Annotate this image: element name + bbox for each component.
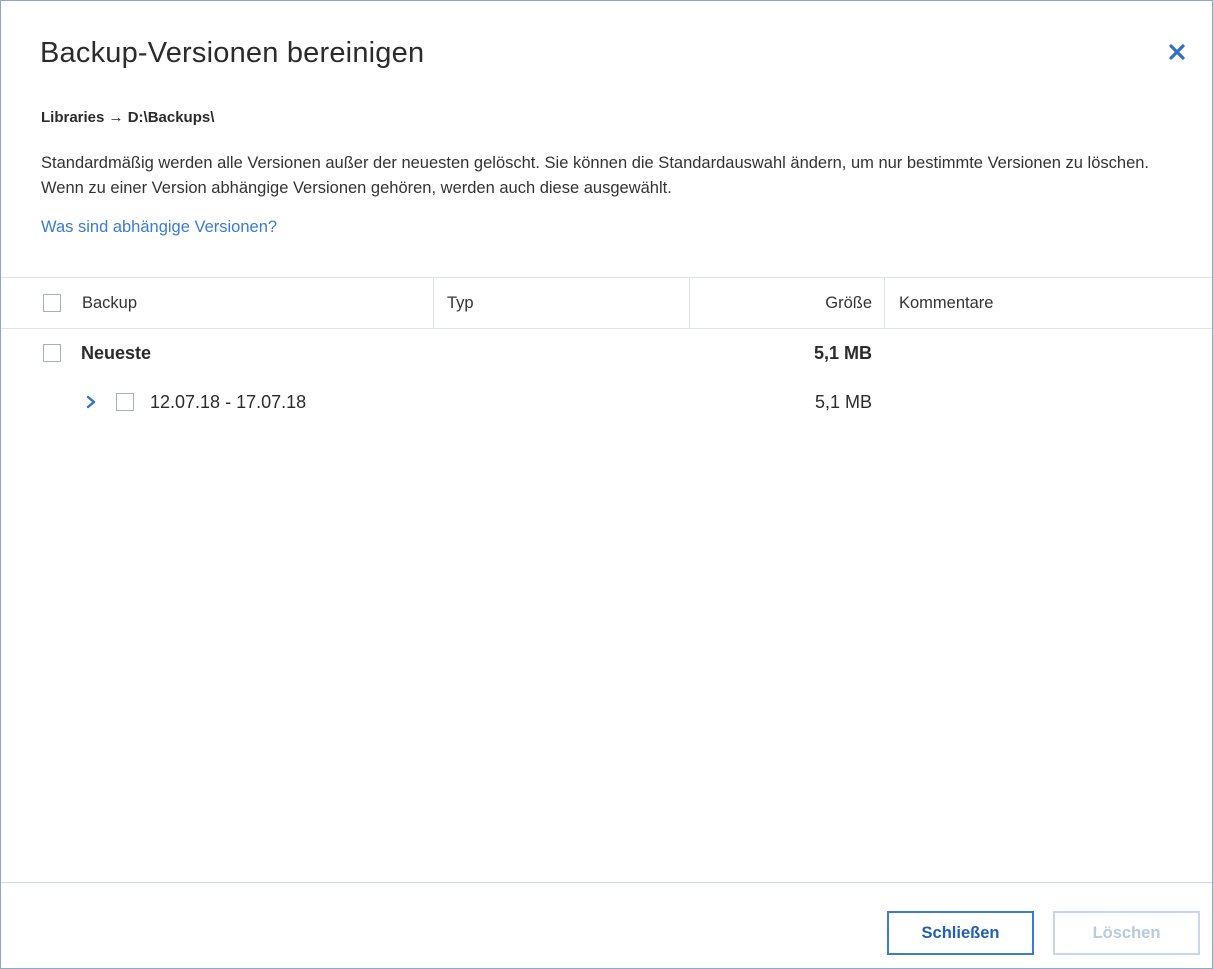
dependent-versions-help-link[interactable]: Was sind abhängige Versionen? [41, 218, 277, 237]
dialog-title: Backup-Versionen bereinigen [40, 37, 425, 69]
expand-chevron-icon[interactable] [83, 394, 99, 410]
table-row[interactable]: Neueste 5,1 MB [1, 329, 1212, 379]
column-divider[interactable] [689, 278, 690, 328]
dialog-footer: Schließen Löschen [1, 882, 1212, 968]
row-label: Neueste [81, 343, 152, 363]
row-size: 5,1 MB [813, 343, 872, 363]
column-divider[interactable] [884, 278, 885, 328]
row-size: 5,1 MB [814, 392, 872, 412]
table-header: Backup Typ Größe Kommentare [1, 277, 1212, 329]
table-row[interactable]: 12.07.18 - 17.07.18 5,1 MB [1, 379, 1212, 429]
close-button[interactable] [1164, 39, 1190, 65]
row-checkbox[interactable] [43, 344, 61, 362]
column-header-type[interactable]: Typ [447, 278, 474, 328]
breadcrumb: Libraries → D:\Backups\ [41, 109, 215, 126]
column-header-size[interactable]: Größe [825, 278, 872, 328]
row-checkbox[interactable] [116, 393, 134, 411]
delete-button[interactable]: Löschen [1053, 911, 1200, 955]
close-dialog-button[interactable]: Schließen [887, 911, 1034, 955]
description-text: Standardmäßig werden alle Versionen auße… [41, 154, 1150, 197]
column-header-backup[interactable]: Backup [82, 278, 137, 328]
cleanup-dialog: Backup-Versionen bereinigen Libraries → … [0, 0, 1213, 969]
close-icon [1169, 44, 1185, 60]
select-all-checkbox[interactable] [43, 294, 61, 312]
row-label: 12.07.18 - 17.07.18 [150, 392, 307, 412]
column-header-comments[interactable]: Kommentare [899, 278, 993, 328]
column-divider[interactable] [433, 278, 434, 328]
